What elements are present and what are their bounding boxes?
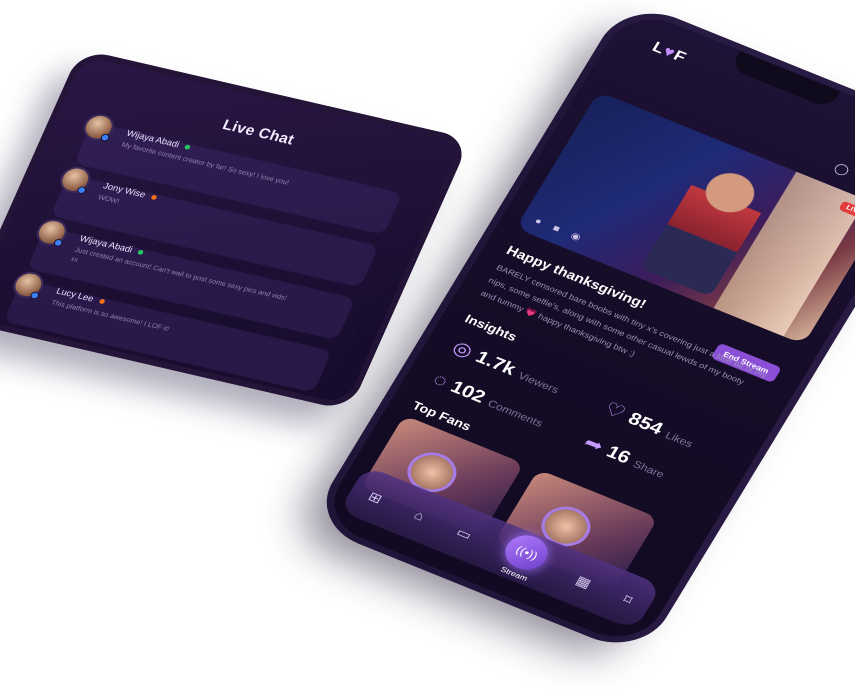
status-dot bbox=[183, 144, 191, 151]
comments-count: 102 bbox=[446, 377, 489, 408]
phone-mockup: L♥F ◯ ◬ ☰ LIVE ● ■ ◉ Happy thanksgiving!… bbox=[318, 6, 855, 650]
add-icon[interactable]: ⊞ bbox=[365, 488, 386, 506]
avatar bbox=[79, 111, 119, 144]
chat-bubble-icon[interactable]: ◯ bbox=[832, 161, 852, 178]
heart-icon: ♡ bbox=[600, 398, 630, 424]
online-badge bbox=[52, 238, 64, 248]
share-count: 16 bbox=[602, 442, 635, 468]
likes-label: Likes bbox=[663, 430, 695, 451]
viewers-count: 1.7k bbox=[471, 347, 520, 380]
status-dot bbox=[98, 298, 106, 305]
insights-title: Insights bbox=[462, 311, 520, 344]
app-logo[interactable]: L♥F bbox=[649, 39, 689, 66]
bookmark-icon[interactable]: ⌑ bbox=[620, 591, 636, 608]
live-chat-card: Live Chat Wijaya Abadi My favorite conte… bbox=[0, 48, 471, 412]
phone-notch bbox=[729, 50, 841, 109]
tab-stream[interactable]: ((•)) Stream bbox=[493, 529, 556, 586]
home-icon[interactable]: ⌂ bbox=[411, 507, 427, 523]
share-label: Share bbox=[630, 459, 667, 481]
comment-icon: ◌ bbox=[428, 369, 452, 392]
avatar bbox=[8, 268, 49, 301]
online-badge bbox=[29, 290, 41, 300]
grid-icon[interactable]: ▦ bbox=[573, 572, 594, 591]
eye-icon[interactable]: ◉ bbox=[568, 231, 582, 243]
video-icon[interactable]: ▭ bbox=[454, 524, 475, 543]
likes-count: 854 bbox=[624, 409, 667, 439]
avatar bbox=[32, 216, 72, 249]
camera-icon[interactable]: ■ bbox=[550, 223, 561, 234]
online-badge bbox=[76, 185, 88, 195]
eye-icon: ◎ bbox=[448, 337, 477, 363]
video-controls: ● ■ ◉ bbox=[532, 216, 582, 243]
microphone-icon[interactable]: ● bbox=[532, 216, 543, 227]
comments-label: Comments bbox=[485, 398, 545, 430]
avatar bbox=[55, 163, 95, 196]
status-dot bbox=[137, 249, 145, 256]
share-icon: ➦ bbox=[579, 432, 608, 457]
viewers-label: Viewers bbox=[515, 370, 561, 396]
status-dot bbox=[149, 194, 157, 201]
online-badge bbox=[99, 133, 111, 143]
phone-screen: L♥F ◯ ◬ ☰ LIVE ● ■ ◉ Happy thanksgiving!… bbox=[318, 6, 855, 650]
